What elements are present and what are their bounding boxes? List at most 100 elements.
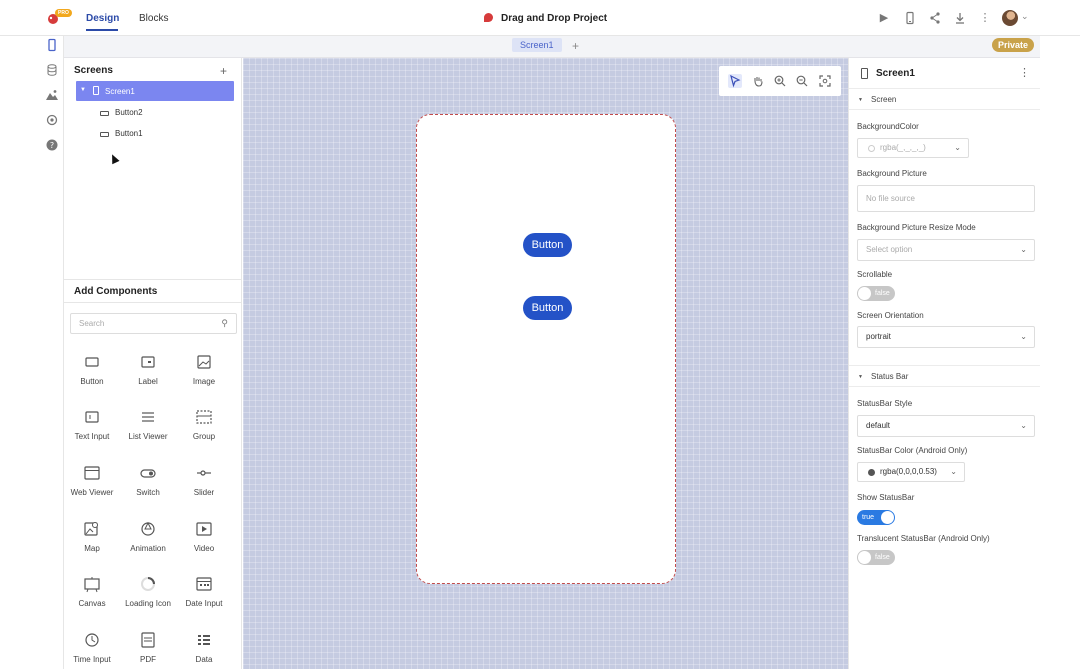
tree-item-button1[interactable]: Button1 <box>100 129 143 138</box>
phone-preview-icon[interactable] <box>903 11 917 25</box>
translucent-statusbar-label: Translucent StatusBar (Android Only) <box>857 534 990 543</box>
canvas-button-1[interactable]: Button <box>523 233 572 257</box>
component-text-input[interactable]: Text Input <box>67 407 117 441</box>
canvas-icon <box>84 577 100 593</box>
component-label: Data <box>195 655 213 664</box>
fit-screen-icon[interactable] <box>818 74 832 88</box>
orientation-label: Screen Orientation <box>857 311 924 320</box>
show-statusbar-toggle[interactable]: true <box>857 510 895 525</box>
color-swatch <box>868 469 875 476</box>
settings-icon[interactable] <box>45 113 59 127</box>
zoom-in-icon[interactable] <box>773 74 787 88</box>
translucent-statusbar-value: false <box>875 554 890 561</box>
hand-icon[interactable] <box>751 74 765 88</box>
tree-item-button2[interactable]: Button2 <box>100 108 143 117</box>
project-title-text: Drag and Drop Project <box>501 13 608 24</box>
share-icon[interactable] <box>928 11 942 25</box>
statusbar-style-select[interactable]: default ⌄ <box>857 415 1035 437</box>
active-tab-indicator <box>86 29 118 31</box>
chevron-down-icon: ⌄ <box>1020 332 1027 341</box>
pdf-icon <box>141 632 155 648</box>
design-canvas[interactable]: Button Button <box>243 58 848 669</box>
component-label-widget[interactable]: Label <box>123 352 173 386</box>
component-search-input[interactable] <box>79 314 219 333</box>
tree-expand-icon[interactable]: ▼ <box>80 87 86 93</box>
component-group[interactable]: Group <box>179 407 229 441</box>
tab-design[interactable]: Design <box>86 13 119 24</box>
component-date-input[interactable]: Date Input <box>179 574 229 608</box>
statusbar-style-value: default <box>866 421 891 430</box>
more-vert-icon[interactable]: ⋮ <box>978 11 992 25</box>
component-image[interactable]: Image <box>179 352 229 386</box>
private-badge[interactable]: Private <box>992 38 1035 52</box>
component-label: Time Input <box>73 655 111 664</box>
chevron-down-icon[interactable]: ⌄ <box>1021 11 1029 22</box>
component-slider[interactable]: Slider <box>179 463 229 497</box>
image-icon <box>197 355 211 369</box>
statusbar-color-value: rgba(0,0,0,0.53) <box>880 467 937 476</box>
help-icon[interactable]: ? <box>45 138 59 152</box>
more-vert-icon[interactable]: ⋮ <box>1019 66 1030 79</box>
component-label: Map <box>84 544 100 553</box>
database-icon[interactable] <box>45 63 59 77</box>
play-icon[interactable]: ▶ <box>877 11 891 25</box>
left-panel: Screens + ▼ Screen1 Button2 Button1 Add … <box>64 58 242 669</box>
translucent-statusbar-toggle[interactable]: false <box>857 550 895 565</box>
map-icon <box>84 522 98 536</box>
show-statusbar-value: true <box>862 514 875 521</box>
add-screen-plus-button[interactable]: + <box>220 64 227 78</box>
project-title: Drag and Drop Project <box>484 13 607 24</box>
screen-tab-screen1[interactable]: Screen1 <box>512 38 562 52</box>
tab-blocks[interactable]: Blocks <box>139 13 168 24</box>
component-video[interactable]: Video <box>179 519 229 553</box>
component-button[interactable]: Button <box>67 352 117 386</box>
avatar[interactable] <box>1002 10 1018 26</box>
animation-icon <box>141 521 155 536</box>
component-switch[interactable]: Switch <box>123 463 173 497</box>
phone-screen-preview[interactable]: Button Button <box>416 114 676 584</box>
section-status-bar[interactable]: ▼ Status Bar <box>849 365 1041 387</box>
component-data[interactable]: Data <box>179 630 229 664</box>
component-canvas[interactable]: Canvas <box>67 574 117 608</box>
tree-item-screen1[interactable]: Screen1 <box>93 86 135 96</box>
project-icon <box>484 13 493 22</box>
properties-title: Screen1 <box>876 68 915 79</box>
background-picture-field[interactable]: No file source <box>857 185 1035 212</box>
panel-divider <box>64 302 242 303</box>
component-web-viewer[interactable]: Web Viewer <box>67 463 117 497</box>
section-screen[interactable]: ▼ Screen <box>849 88 1041 110</box>
mouse-cursor-icon <box>108 152 120 165</box>
time-input-icon <box>85 633 99 647</box>
section-title: Screen <box>871 95 897 104</box>
component-label: Date Input <box>185 599 223 608</box>
mobile-icon <box>93 86 99 95</box>
component-list-viewer[interactable]: List Viewer <box>123 407 173 441</box>
background-color-picker[interactable]: rgba(_,_,_,_) ⌄ <box>857 138 969 158</box>
component-pdf[interactable]: PDF <box>123 630 173 664</box>
media-icon[interactable] <box>45 88 59 102</box>
statusbar-style-label: StatusBar Style <box>857 399 913 408</box>
orientation-select[interactable]: portrait ⌄ <box>857 326 1035 348</box>
collapse-icon: ▼ <box>858 374 863 380</box>
button-icon <box>100 132 109 137</box>
download-icon[interactable] <box>953 11 967 25</box>
component-label: Loading Icon <box>125 599 171 608</box>
component-time-input[interactable]: Time Input <box>67 630 117 664</box>
component-animation[interactable]: Animation <box>123 519 173 553</box>
component-search[interactable]: ⚲ <box>70 313 237 334</box>
orientation-value: portrait <box>866 332 891 341</box>
scrollable-toggle[interactable]: false <box>857 286 895 301</box>
pointer-icon[interactable] <box>728 74 742 88</box>
component-loading-icon[interactable]: Loading Icon <box>123 574 173 608</box>
mobile-icon[interactable] <box>45 38 59 52</box>
component-label: Button <box>80 377 104 386</box>
background-picture-label: Background Picture <box>857 169 927 178</box>
component-map[interactable]: Map <box>67 519 117 553</box>
zoom-out-icon[interactable] <box>795 74 809 88</box>
statusbar-color-picker[interactable]: rgba(0,0,0,0.53) ⌄ <box>857 462 965 482</box>
component-label: Animation <box>130 544 166 553</box>
button-icon <box>85 357 99 367</box>
canvas-button-2[interactable]: Button <box>523 296 572 320</box>
add-screen-button[interactable]: + <box>572 39 579 53</box>
resize-mode-select[interactable]: Select option ⌄ <box>857 239 1035 261</box>
